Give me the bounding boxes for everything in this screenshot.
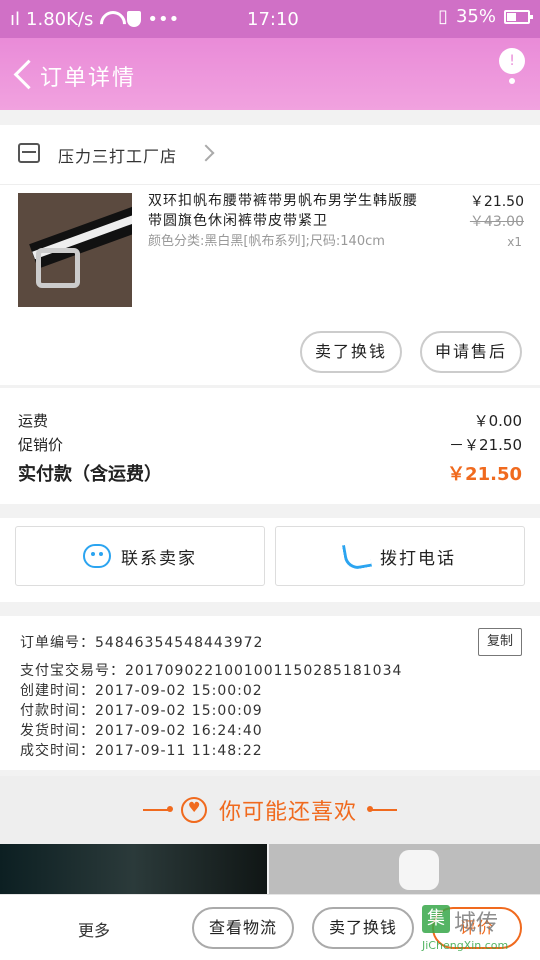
- copy-button[interactable]: 复制: [478, 628, 522, 656]
- watermark-logo: 集 城传 JiChengXin.com: [422, 901, 534, 957]
- call-phone-button[interactable]: 拨打电话: [275, 526, 525, 586]
- shipping-value: ￥0.00: [473, 412, 522, 430]
- product-title: 双环扣帆布腰带裤带男帆布男学生韩版腰带圆旗色休闲裤带皮带紧卫: [148, 193, 418, 229]
- total-value: ￥21.50: [447, 464, 522, 485]
- notice-icon: !: [499, 48, 525, 74]
- shipped-time: 发货时间：2017-09-02 16:24:40: [20, 723, 263, 739]
- app-header: 订单详情 !: [0, 38, 540, 110]
- original-price: ￥43.00: [469, 214, 524, 230]
- order-number: 订单编号：54846354548443972: [20, 635, 264, 651]
- network-speed: 1.80K/s: [26, 8, 94, 30]
- clock: 17:10: [247, 9, 299, 30]
- store-icon: [18, 143, 40, 163]
- shop-row[interactable]: 压力三打工厂店: [0, 125, 540, 185]
- battery-level: 35%: [455, 6, 496, 27]
- battery-icon: [504, 9, 533, 24]
- shield-icon: [127, 11, 142, 27]
- recommend-grid: [0, 844, 540, 894]
- menu-dot-icon: [509, 78, 515, 84]
- completed-time: 成交时间：2017-09-11 11:48:22: [20, 743, 263, 759]
- phone-icon: [341, 540, 373, 572]
- view-logistics-button[interactable]: 查看物流: [192, 907, 294, 949]
- divider-left-icon: [142, 806, 173, 812]
- watermark-text: 城传: [454, 911, 499, 936]
- promo-value: －￥21.50: [449, 436, 522, 454]
- shipping-label: 运费: [18, 412, 49, 430]
- paid-time: 付款时间：2017-09-02 15:00:09: [20, 703, 263, 719]
- recommend-header: 你可能还喜欢: [0, 776, 540, 844]
- created-time: 创建时间：2017-09-02 15:00:02: [20, 683, 263, 699]
- recommend-item-image[interactable]: [0, 844, 267, 894]
- bottom-action-bar: 更多 查看物流 卖了换钱 评价 集 城传 JiChengXin.com: [0, 894, 540, 960]
- contact-section: 联系卖家 拨打电话: [0, 518, 540, 602]
- heart-icon: [180, 797, 207, 823]
- recommend-item-image[interactable]: [269, 844, 540, 894]
- quantity: x1: [507, 235, 522, 249]
- resell-bottom-button[interactable]: 卖了换钱: [312, 907, 414, 949]
- wifi-icon: [99, 11, 121, 27]
- promo-label: 促销价: [18, 436, 64, 454]
- chat-icon: [83, 544, 111, 568]
- product-price: ￥21.50: [469, 194, 524, 210]
- contact-seller-button[interactable]: 联系卖家: [15, 526, 265, 586]
- call-phone-label: 拨打电话: [380, 548, 456, 569]
- product-sku: 颜色分类:黑白黑[帆布系列];尺码:140cm: [148, 234, 385, 249]
- vibrate-icon: ▯: [438, 6, 448, 27]
- page-title: 订单详情: [40, 66, 137, 91]
- back-arrow-icon[interactable]: [12, 58, 30, 90]
- after-sale-button[interactable]: 申请售后: [420, 331, 522, 373]
- order-info: 订单编号：54846354548443972 复制 支付宝交易号：2017090…: [0, 616, 540, 770]
- contact-seller-label: 联系卖家: [121, 548, 197, 569]
- product-thumbnail[interactable]: [18, 193, 132, 307]
- signal-icon: ıl: [10, 8, 21, 30]
- watermark-badge: 集: [422, 905, 450, 933]
- watermark-url: JiChengXin.com: [422, 939, 509, 952]
- divider-right-icon: [367, 806, 397, 812]
- more-menu-button[interactable]: !: [499, 48, 525, 94]
- fee-summary: 运费 ￥0.00 促销价 －￥21.50 实付款（含运费） ￥21.50: [0, 388, 540, 504]
- buckle-image-shape: [36, 248, 80, 288]
- alipay-trade-number: 支付宝交易号：2017090221001001150285181034: [20, 663, 403, 679]
- chevron-right-icon: [197, 144, 215, 162]
- product-card[interactable]: 双环扣帆布腰带裤带男帆布男学生韩版腰带圆旗色休闲裤带皮带紧卫 颜色分类:黑白黑[…: [0, 185, 540, 385]
- recommend-title: 你可能还喜欢: [218, 800, 357, 825]
- more-dots-icon: •••: [147, 8, 180, 30]
- resell-button[interactable]: 卖了换钱: [300, 331, 402, 373]
- more-button[interactable]: 更多: [78, 917, 110, 941]
- status-bar: ıl 1.80K/s ••• 17:10 ▯ 35%: [0, 0, 540, 38]
- total-label: 实付款（含运费）: [18, 464, 162, 485]
- shop-name: 压力三打工厂店: [58, 147, 178, 166]
